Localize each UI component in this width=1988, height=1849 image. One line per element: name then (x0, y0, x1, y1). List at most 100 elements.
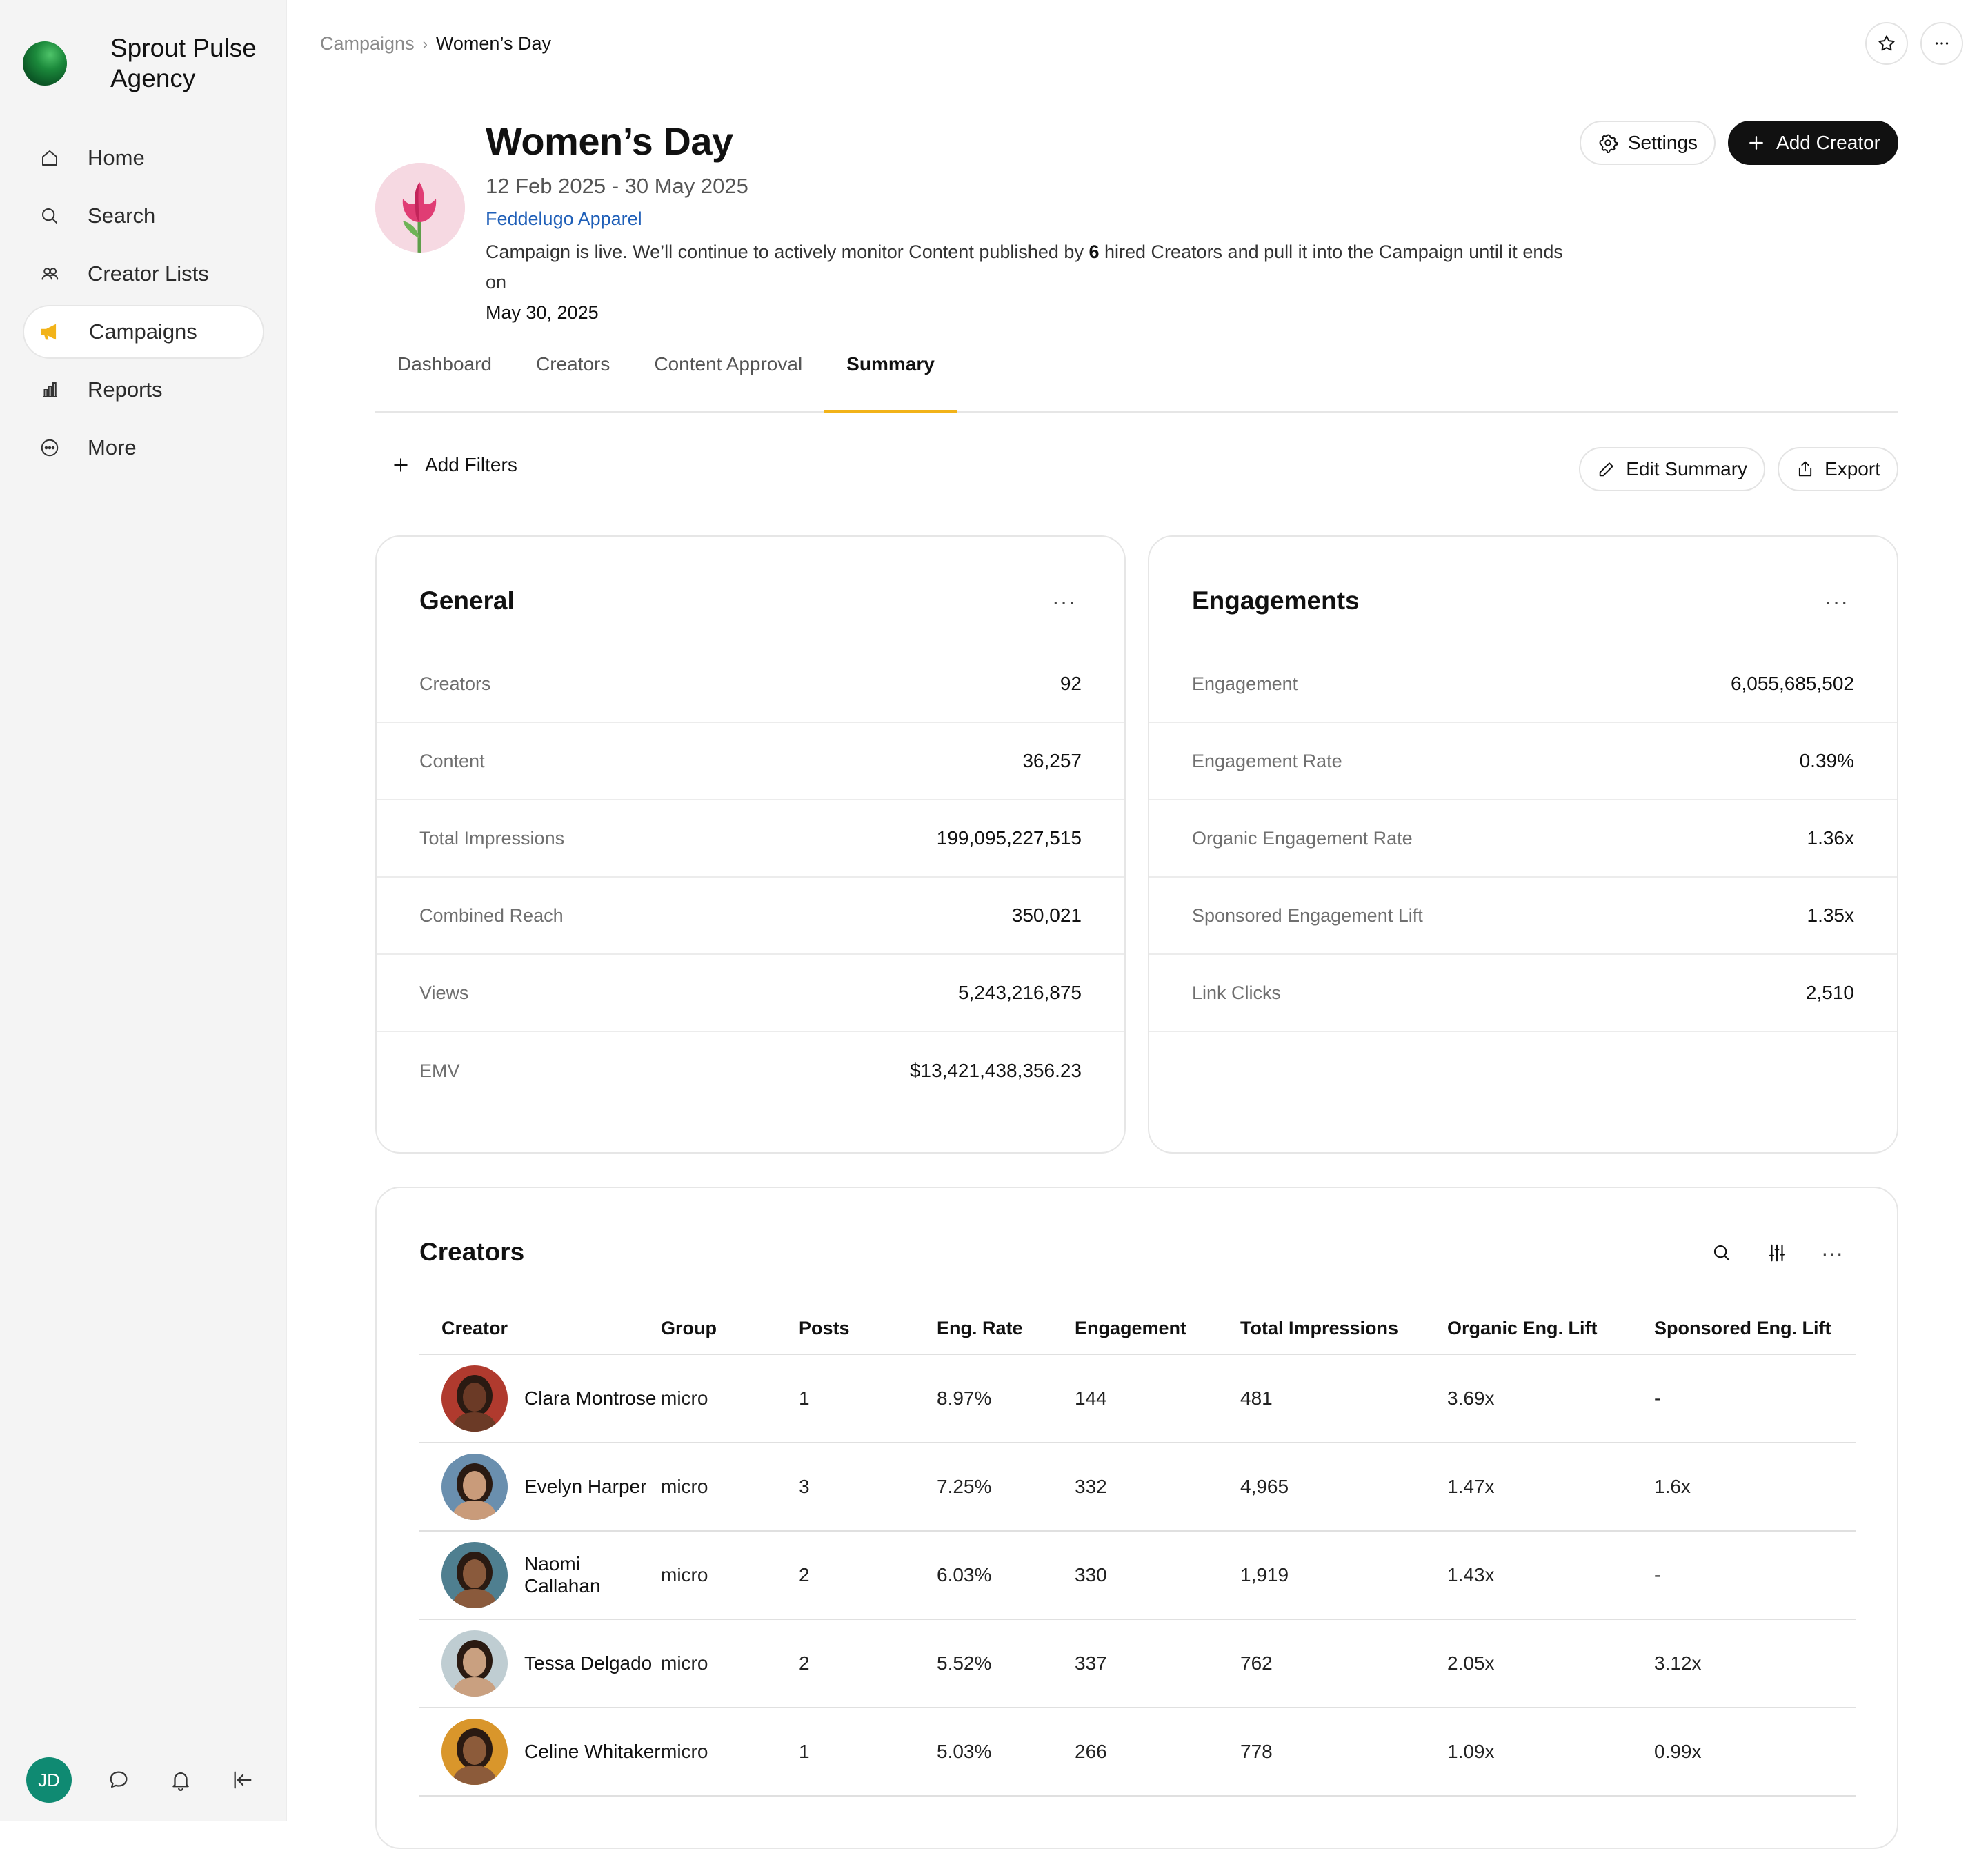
add-creator-label: Add Creator (1776, 132, 1880, 153)
group-cell: micro (661, 1708, 799, 1797)
more-horizontal-icon[interactable]: ··· (1052, 589, 1076, 615)
eng-rate-cell: 6.03% (937, 1531, 1075, 1620)
sliders-icon[interactable] (1762, 1238, 1792, 1268)
tab-creators[interactable]: Creators (514, 346, 632, 411)
column-header[interactable]: Creator (419, 1303, 661, 1355)
campaign-avatar (375, 163, 465, 253)
table-row[interactable]: Celine Whitaker micro 1 5.03% 266 778 1.09x 0.9… (419, 1708, 1856, 1797)
engagement-cell: 332 (1075, 1443, 1240, 1532)
metric-value: $13,421,438,356.23 (909, 1060, 1082, 1081)
metric-row: Content 36,257 (377, 723, 1124, 800)
brand-name: Sprout Pulse Agency (110, 34, 257, 92)
more-horizontal-icon[interactable]: ··· (1817, 1238, 1847, 1268)
more-horizontal-icon (1931, 33, 1952, 54)
add-creator-button[interactable]: Add Creator (1728, 121, 1898, 165)
settings-button[interactable]: Settings (1579, 121, 1716, 165)
edit-summary-label: Edit Summary (1626, 458, 1748, 479)
avatar[interactable] (441, 1542, 508, 1608)
column-header[interactable]: Organic Eng. Lift (1447, 1303, 1654, 1355)
table-row[interactable]: Evelyn Harper micro 3 7.25% 332 4,965 1.47x 1.6… (419, 1443, 1856, 1532)
creator-name[interactable]: Clara Montrose (524, 1387, 656, 1410)
sidebar-nav: Home Search Creator Lists Campaigns Repo… (23, 131, 264, 479)
creator-cell: Evelyn Harper (419, 1443, 661, 1532)
posts-cell: 1 (799, 1708, 937, 1797)
sidebar-item-reports[interactable]: Reports (23, 363, 264, 417)
metric-value: 2,510 (1805, 982, 1854, 1003)
sidebar-item-label: More (88, 435, 137, 459)
breadcrumb-campaigns-link[interactable]: Campaigns (320, 33, 415, 55)
impressions-cell: 762 (1240, 1619, 1447, 1708)
avatar[interactable] (441, 1454, 508, 1520)
add-filters-button[interactable]: Add Filters (390, 454, 517, 476)
creator-name[interactable]: Tessa Delgado (524, 1652, 652, 1674)
engagement-cell: 330 (1075, 1531, 1240, 1620)
table-row[interactable]: Naomi Callahan micro 2 6.03% 330 1,919 1.43x - (419, 1531, 1856, 1620)
sponsored-lift-cell: 1.6x (1654, 1443, 1856, 1532)
creator-cell: Clara Montrose (419, 1354, 661, 1443)
megaphone-icon (39, 320, 63, 344)
sidebar-item-campaigns[interactable]: Campaigns (23, 305, 264, 359)
sidebar-item-creator-lists[interactable]: Creator Lists (23, 247, 264, 301)
home-icon (38, 146, 61, 170)
sidebar-item-more[interactable]: More (23, 421, 264, 475)
metric-label: Engagement Rate (1192, 750, 1342, 771)
bell-icon[interactable] (166, 1765, 196, 1795)
users-icon (38, 262, 61, 286)
tab-dashboard[interactable]: Dashboard (375, 346, 514, 411)
group-cell: micro (661, 1619, 799, 1708)
chat-icon[interactable] (103, 1765, 134, 1795)
column-header[interactable]: Group (661, 1303, 799, 1355)
metric-value: 36,257 (1022, 750, 1082, 771)
metric-row: Views 5,243,216,875 (377, 955, 1124, 1032)
avatar[interactable] (441, 1630, 508, 1697)
creator-name[interactable]: Naomi Callahan (524, 1553, 661, 1597)
column-header[interactable]: Engagement (1075, 1303, 1240, 1355)
brand[interactable]: Sprout Pulse Agency (23, 33, 276, 94)
favorite-button[interactable] (1865, 22, 1908, 65)
engagement-cell: 266 (1075, 1708, 1240, 1797)
creator-name[interactable]: Evelyn Harper (524, 1476, 646, 1498)
tab-summary[interactable]: Summary (824, 346, 957, 413)
breadcrumb: Campaigns › Women’s Day (320, 33, 551, 55)
creators-table: Creator Group Posts Eng. Rate Engagement… (419, 1303, 1856, 1797)
column-header[interactable]: Total Impressions (1240, 1303, 1447, 1355)
user-avatar[interactable]: JD (26, 1757, 72, 1803)
more-horizontal-icon[interactable]: ··· (1825, 589, 1849, 615)
tab-content-approval[interactable]: Content Approval (632, 346, 824, 411)
settings-label: Settings (1627, 132, 1698, 153)
column-header[interactable]: Eng. Rate (937, 1303, 1075, 1355)
sidebar-item-label: Search (88, 204, 156, 228)
metric-row: Engagement Rate 0.39% (1149, 723, 1897, 800)
sidebar-item-search[interactable]: Search (23, 189, 264, 243)
metric-value: 199,095,227,515 (936, 827, 1082, 849)
summary-actions: Edit Summary Export (1567, 447, 1898, 491)
breadcrumb-separator: › (422, 34, 428, 52)
table-row[interactable]: Clara Montrose micro 1 8.97% 144 481 3.69x - (419, 1354, 1856, 1443)
metric-row: EMV $13,421,438,356.23 (377, 1032, 1124, 1109)
collapse-sidebar-icon[interactable] (228, 1765, 258, 1795)
status-text-prefix: Campaign is live. We’ll continue to acti… (486, 241, 1089, 262)
sidebar-footer: JD (26, 1757, 258, 1803)
export-button[interactable]: Export (1778, 447, 1898, 491)
sidebar-item-label: Home (88, 146, 145, 170)
edit-summary-button[interactable]: Edit Summary (1579, 447, 1766, 491)
metric-value: 0.39% (1799, 750, 1854, 771)
campaign-brand-link[interactable]: Feddelugo Apparel (486, 208, 642, 230)
bar-chart-icon (38, 378, 61, 402)
plus-icon (1746, 132, 1767, 153)
table-row[interactable]: Tessa Delgado micro 2 5.52% 337 762 2.05x 3.12x (419, 1619, 1856, 1708)
column-header[interactable]: Posts (799, 1303, 937, 1355)
add-filters-label: Add Filters (425, 454, 517, 475)
creator-name[interactable]: Celine Whitaker (524, 1741, 661, 1763)
metric-row: Total Impressions 199,095,227,515 (377, 800, 1124, 878)
search-icon[interactable] (1707, 1238, 1737, 1268)
avatar[interactable] (441, 1365, 508, 1432)
column-header[interactable]: Sponsored Eng. Lift (1654, 1303, 1856, 1355)
impressions-cell: 778 (1240, 1708, 1447, 1797)
more-options-button[interactable] (1920, 22, 1963, 65)
breadcrumb-current: Women’s Day (435, 33, 551, 54)
metric-row: Organic Engagement Rate 1.36x (1149, 800, 1897, 878)
sidebar-item-home[interactable]: Home (23, 131, 264, 185)
avatar[interactable] (441, 1719, 508, 1785)
sponsored-lift-cell: - (1654, 1531, 1856, 1620)
